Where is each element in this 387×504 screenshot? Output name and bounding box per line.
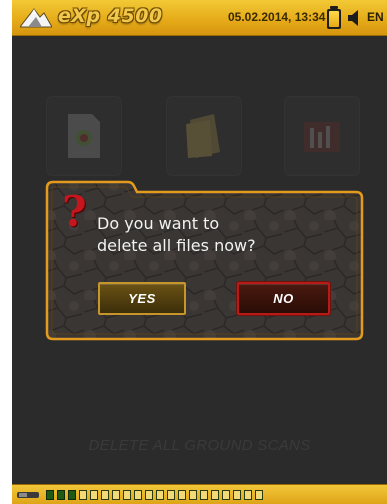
menu-tile-file xyxy=(46,96,122,176)
signal-strength-meter xyxy=(46,490,263,500)
signal-bar xyxy=(178,490,186,500)
dialog-message-line-1: Do you want to xyxy=(97,214,220,233)
signal-bar xyxy=(156,490,164,500)
signal-bar xyxy=(101,490,109,500)
dialog-message: Do you want to delete all files now? xyxy=(97,213,347,257)
signal-bar xyxy=(200,490,208,500)
speaker-icon[interactable] xyxy=(348,10,362,26)
signal-bar xyxy=(233,490,241,500)
menu-tile-papers xyxy=(166,96,242,176)
signal-bar xyxy=(134,490,142,500)
signal-bar xyxy=(189,490,197,500)
scan-graph-icon xyxy=(304,122,340,152)
question-mark-icon: ? xyxy=(62,187,87,236)
signal-bar xyxy=(244,490,252,500)
signal-bar xyxy=(90,490,98,500)
signal-bar xyxy=(68,490,76,500)
yes-button[interactable]: YES xyxy=(98,282,186,315)
file-icon xyxy=(68,114,100,158)
signal-bar xyxy=(123,490,131,500)
signal-bar xyxy=(222,490,230,500)
app-screen: eXp 4500 05.02.2014, 13:34 EN DELETE ALL… xyxy=(12,0,387,504)
confirm-dialog xyxy=(44,180,365,341)
brand-logo: eXp 4500 xyxy=(58,5,163,27)
signal-bar xyxy=(255,490,263,500)
signal-bar xyxy=(79,490,87,500)
signal-status-bar xyxy=(12,484,387,504)
sensor-probe-icon xyxy=(17,492,39,498)
signal-bar xyxy=(145,490,153,500)
signal-bar xyxy=(57,490,65,500)
mountain-logo-icon xyxy=(20,8,52,28)
signal-bar xyxy=(167,490,175,500)
date-time: 05.02.2014, 13:34 xyxy=(228,10,326,24)
status-bar: eXp 4500 05.02.2014, 13:34 EN xyxy=(12,0,387,36)
no-button[interactable]: NO xyxy=(237,282,330,315)
dialog-message-line-2: delete all files now? xyxy=(97,236,256,255)
battery-icon xyxy=(327,6,341,29)
screen-caption: DELETE ALL GROUND SCANS xyxy=(88,437,311,454)
menu-tile-scan xyxy=(284,96,360,176)
dialog-frame xyxy=(45,180,364,341)
signal-bar xyxy=(211,490,219,500)
signal-bar xyxy=(46,490,54,500)
language-selector[interactable]: EN xyxy=(367,10,384,24)
signal-bar xyxy=(112,490,120,500)
papers-icon xyxy=(186,114,220,158)
